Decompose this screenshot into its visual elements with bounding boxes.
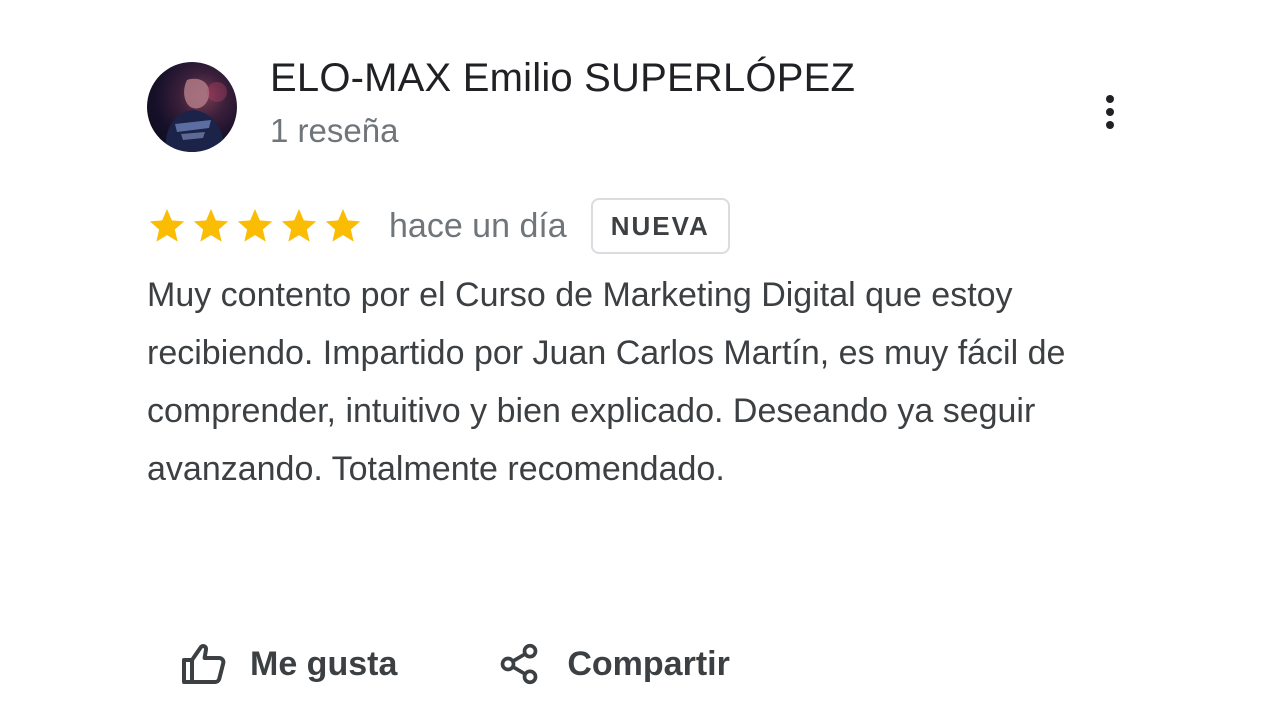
more-options-button[interactable] — [1090, 90, 1130, 134]
share-icon — [501, 643, 538, 685]
review-date: hace un día — [389, 206, 567, 245]
rating-row: hace un día NUEVA — [147, 196, 730, 256]
star-rating — [147, 206, 367, 246]
like-label: Me gusta — [250, 644, 398, 683]
review-actions: Me gusta Compartir — [180, 634, 730, 694]
share-button[interactable]: Compartir — [497, 642, 730, 686]
author-avatar[interactable] — [147, 62, 237, 152]
author-name[interactable]: ELO-MAX Emilio SUPERLÓPEZ — [270, 56, 855, 101]
more-vert-icon — [1106, 95, 1114, 129]
author-review-count: 1 reseña — [270, 112, 399, 149]
star-icon — [325, 209, 361, 242]
review-card: ELO-MAX Emilio SUPERLÓPEZ 1 reseña hace … — [0, 0, 1280, 720]
star-icon — [193, 209, 229, 242]
star-icon — [237, 209, 273, 242]
review-text: Muy contento por el Curso de Marketing D… — [147, 276, 1066, 488]
user-photo-icon — [165, 78, 227, 152]
star-icon — [149, 209, 185, 242]
star-icon — [281, 209, 317, 242]
like-button[interactable]: Me gusta — [180, 642, 397, 686]
share-label: Compartir — [567, 644, 730, 683]
thumb-up-icon — [182, 644, 226, 684]
new-badge: NUEVA — [590, 198, 730, 254]
